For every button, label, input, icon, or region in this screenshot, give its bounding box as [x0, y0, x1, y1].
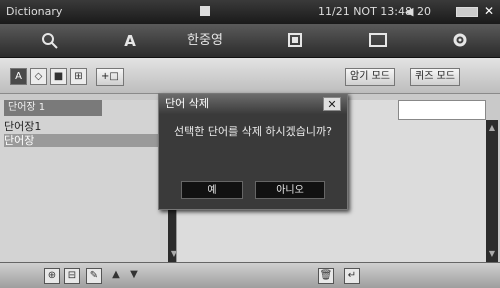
word-list-pane: 단어장 1 단어장1 단어장 — [0, 100, 168, 262]
close-icon[interactable]: ✕ — [484, 4, 494, 18]
list-item[interactable]: 단어장1 — [4, 120, 164, 133]
edit-icon[interactable]: ✎ — [86, 268, 102, 284]
search-input[interactable] — [398, 100, 486, 120]
dialog-close-button[interactable]: ✕ — [323, 97, 341, 111]
window-icon — [369, 33, 387, 47]
memorize-mode-button[interactable]: 암기 모드 — [345, 68, 395, 86]
alpha-mode-icon[interactable]: A — [10, 68, 27, 85]
main-toolbar: A 한중영 — [0, 24, 500, 58]
box-icon — [288, 33, 302, 47]
status-bar: Dictionary 11/21 NOT 13:48 ◀ 20 ✕ — [0, 0, 500, 24]
search-button[interactable] — [30, 30, 70, 52]
scroll-down-icon[interactable]: ▼ — [486, 248, 498, 260]
add-word-icon[interactable]: ⊕ — [44, 268, 60, 284]
move-up-icon[interactable]: ▲ — [108, 268, 124, 284]
delete-dialog: 단어 삭제 ✕ 선택한 단어를 삭제 하시겠습니까? 예 아니오 — [158, 93, 348, 210]
dialog-message: 선택한 단어를 삭제 하시겠습니까? — [173, 125, 332, 138]
font-button[interactable]: A — [110, 30, 150, 52]
diamond-mode-icon[interactable]: ◇ — [30, 68, 47, 85]
battery-icon — [456, 7, 478, 17]
trash-icon[interactable]: 🗑 — [318, 268, 334, 284]
box-button[interactable] — [280, 30, 310, 52]
right-scrollbar[interactable]: ▲ ▼ — [486, 120, 498, 262]
scroll-up-icon[interactable]: ▲ — [486, 122, 498, 134]
enter-icon[interactable]: ↵ — [344, 268, 360, 284]
volume-text: ◀ 20 — [405, 5, 431, 18]
status-indicator-icon — [200, 6, 210, 16]
word-list-header[interactable]: 단어장 1 — [4, 100, 102, 116]
no-button[interactable]: 아니오 — [255, 181, 325, 199]
window-button[interactable] — [360, 30, 396, 52]
remove-word-icon[interactable]: ⊟ — [64, 268, 80, 284]
dialog-title: 단어 삭제 — [159, 94, 347, 114]
search-icon — [42, 33, 58, 49]
add-wordbook-button[interactable]: +□ — [96, 68, 124, 86]
mode-bar: A ◇ ■ ⊞ +□ 암기 모드 퀴즈 모드 — [0, 58, 500, 94]
list-item[interactable]: 단어장 — [4, 134, 164, 147]
quiz-mode-button[interactable]: 퀴즈 모드 — [410, 68, 460, 86]
bottom-toolbar: ⊕ ⊟ ✎ ▲ ▼ 🗑 ↵ — [0, 262, 500, 288]
app-title: Dictionary — [6, 5, 63, 18]
move-down-icon[interactable]: ▼ — [126, 268, 142, 284]
gear-icon — [453, 33, 467, 47]
grid-mode-icon[interactable]: ⊞ — [70, 68, 87, 85]
yes-button[interactable]: 예 — [181, 181, 243, 199]
square-mode-icon[interactable]: ■ — [50, 68, 67, 85]
hanja-button[interactable]: 한중영 — [180, 30, 230, 52]
settings-button[interactable] — [445, 30, 475, 52]
clock-text: 11/21 NOT 13:48 — [318, 5, 412, 18]
